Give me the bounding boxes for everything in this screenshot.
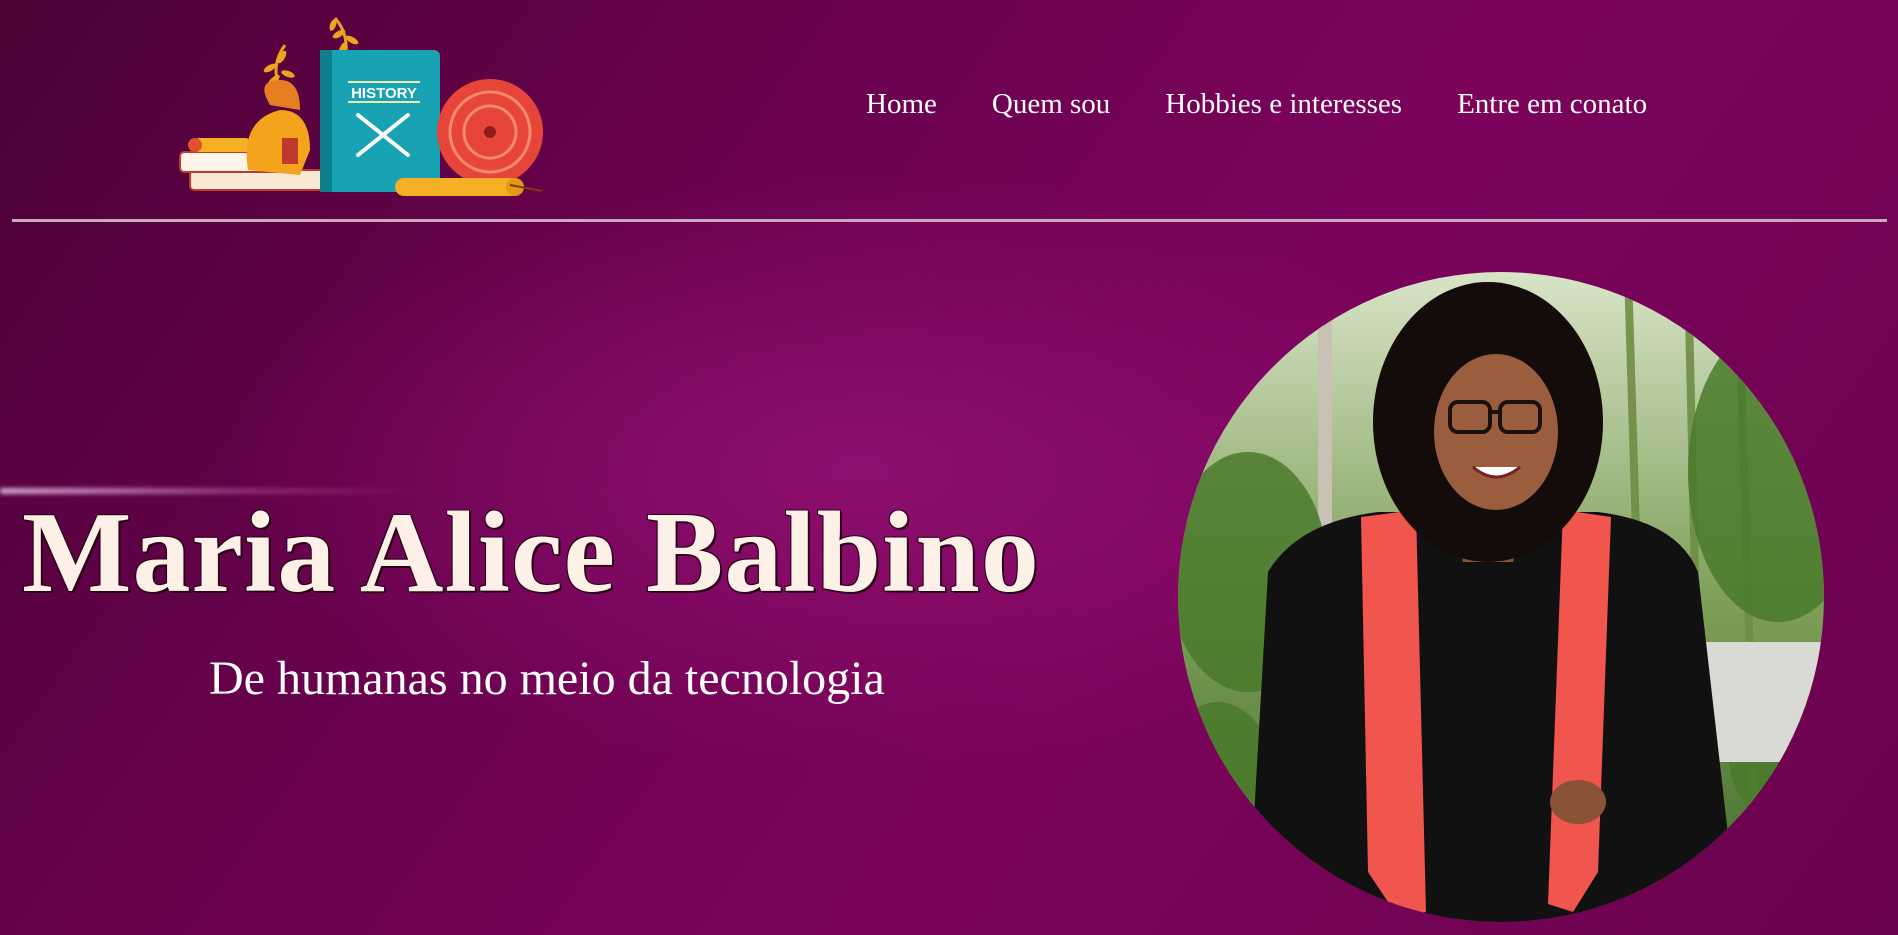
hero-subtitle: De humanas no meio da tecnologia — [209, 652, 885, 705]
history-book-icon: HISTORY — [320, 50, 440, 192]
nav-hobbies-link[interactable]: Hobbies e interesses — [1165, 88, 1402, 121]
profile-photo — [1178, 272, 1824, 922]
helmet-icon — [246, 80, 310, 175]
nav-home-link[interactable]: Home — [866, 88, 937, 121]
header-divider — [12, 219, 1887, 222]
scroll-icon — [395, 178, 543, 196]
book-label: HISTORY — [351, 85, 417, 102]
hero-title: Maria Alice Balbino — [22, 489, 1040, 617]
shield-icon — [437, 79, 543, 185]
nav-contato-link[interactable]: Entre em conato — [1457, 88, 1647, 121]
nav-quem-sou-link[interactable]: Quem sou — [992, 88, 1110, 121]
main-nav: Home Quem sou Hobbies e interesses Entre… — [866, 88, 1702, 121]
history-logo: HISTORY — [179, 17, 543, 196]
site-header: HISTORY Home Quem sou Hobbies e interess… — [0, 0, 1898, 222]
